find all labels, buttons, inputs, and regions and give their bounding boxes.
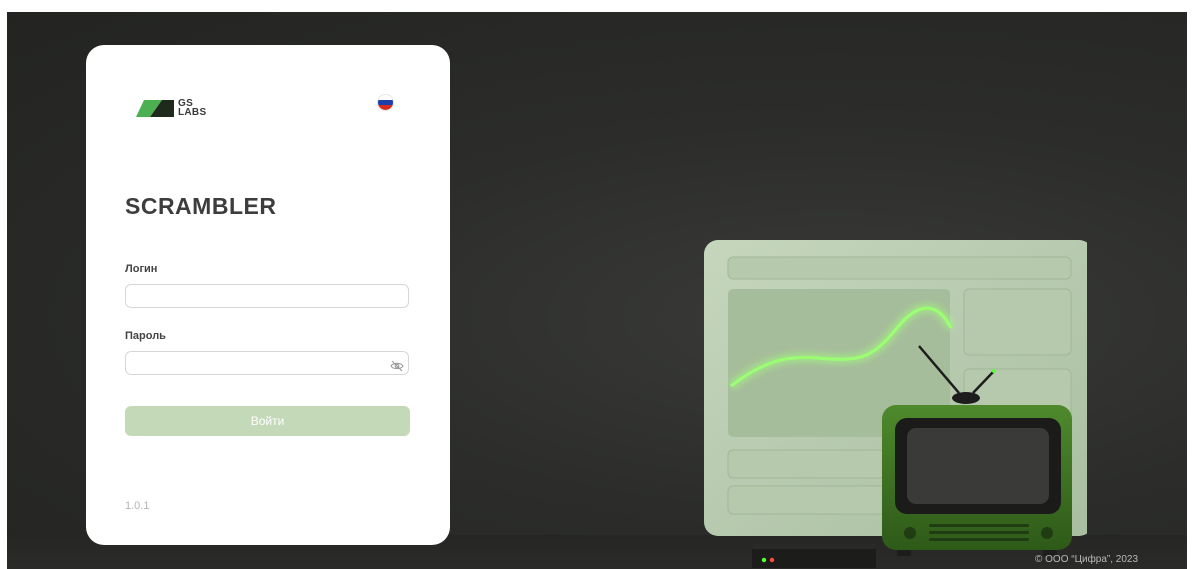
login-input[interactable] <box>125 284 409 308</box>
eye-slash-icon[interactable] <box>390 360 404 372</box>
dashboard-illustration <box>704 240 1087 568</box>
login-screen: © ООО “Цифра”, 2023 GS LABS SCRAMBLER Ло… <box>7 12 1187 569</box>
app-title: SCRAMBLER <box>125 193 277 219</box>
copyright-text: © ООО “Цифра”, 2023 <box>1035 554 1139 565</box>
logo-text-line2: LABS <box>178 107 207 118</box>
logo-text: GS LABS <box>178 99 207 118</box>
russia-flag-icon[interactable] <box>378 95 393 110</box>
version-text: 1.0.1 <box>125 500 150 512</box>
logo-mark-icon <box>136 100 174 117</box>
login-label: Логин <box>125 263 158 275</box>
password-label: Пароль <box>125 330 166 342</box>
gs-labs-logo: GS LABS <box>136 97 216 119</box>
login-card: GS LABS SCRAMBLER Логин Пароль Войти 1.0… <box>86 45 450 545</box>
login-button[interactable]: Войти <box>125 406 410 436</box>
password-input[interactable] <box>125 351 409 375</box>
